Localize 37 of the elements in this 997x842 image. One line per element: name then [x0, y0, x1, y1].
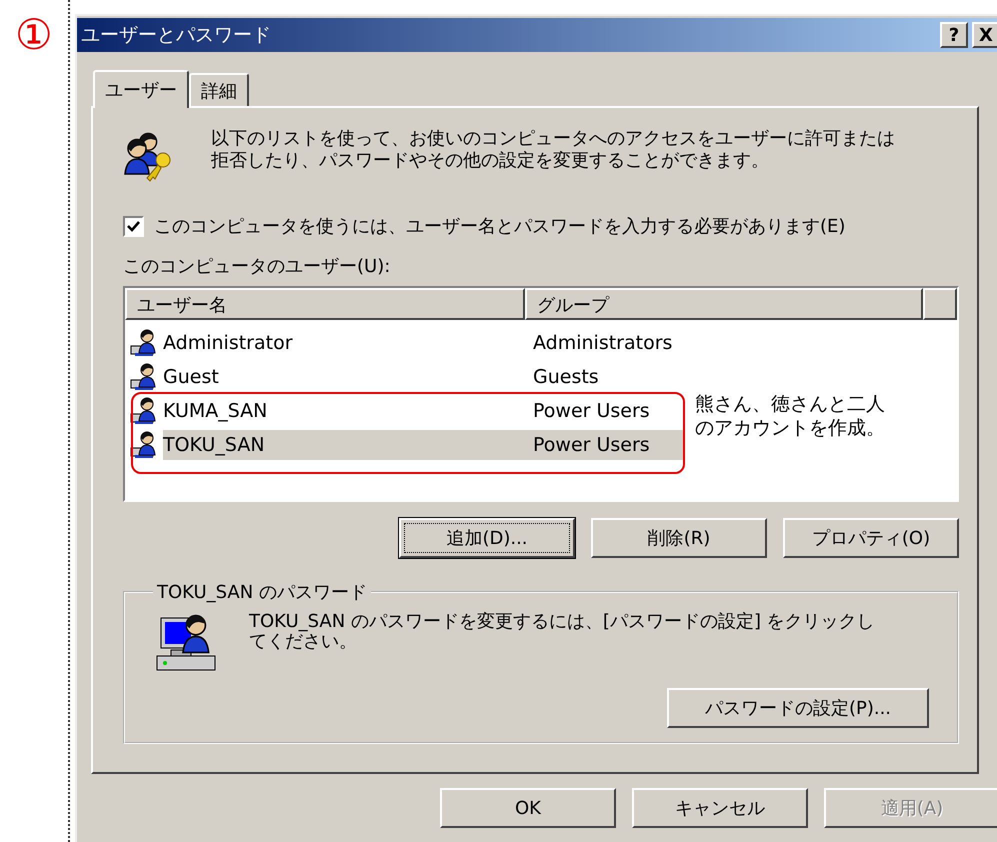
- list-action-button[interactable]: プロパティ(O): [783, 518, 959, 558]
- intro-text: 以下のリストを使って、お使いのコンピュータへのアクセスをユーザーに許可または: [211, 128, 895, 150]
- annotation-note: 熊さん、徳さんと二人: [695, 392, 885, 416]
- user-name: KUMA_SAN: [163, 400, 268, 422]
- user-group: Guests: [533, 366, 683, 388]
- users-label: このコンピュータのユーザー(U):: [123, 255, 392, 278]
- set-password-button[interactable]: パスワードの設定(P)...: [667, 688, 929, 728]
- user-name: TOKU_SAN: [163, 434, 266, 456]
- intro-text: 拒否したり、パスワードやその他の設定を変更することができます。: [211, 150, 770, 172]
- dialog-button[interactable]: OK: [440, 788, 616, 828]
- list-row[interactable]: KUMA_SAN Power Users: [163, 396, 683, 426]
- group-title: TOKU_SAN のパスワード: [156, 581, 368, 604]
- user-group: Power Users: [533, 400, 683, 422]
- user-group: Power Users: [533, 434, 683, 456]
- list-row[interactable]: Administrator Administrators: [163, 328, 683, 358]
- password-hint: てください。: [249, 632, 358, 652]
- user-group: Administrators: [533, 332, 683, 354]
- window-title: ユーザーとパスワード: [81, 23, 272, 48]
- column-header[interactable]: グループ: [525, 288, 923, 320]
- tab[interactable]: ユーザー: [93, 70, 189, 108]
- close-button[interactable]: X: [972, 22, 997, 48]
- list-row[interactable]: Guest Guests: [163, 362, 683, 392]
- checkbox-label: このコンピュータを使うには、ユーザー名とパスワードを入力する必要があります(E): [154, 215, 846, 238]
- dialog-button[interactable]: キャンセル: [632, 788, 808, 828]
- list-action-button[interactable]: 追加(D)...: [399, 518, 575, 558]
- list-row[interactable]: TOKU_SAN Power Users: [163, 430, 683, 460]
- user-name: Administrator: [163, 332, 294, 354]
- column-header[interactable]: ユーザー名: [125, 288, 525, 320]
- checkbox[interactable]: [123, 216, 144, 236]
- tab[interactable]: 詳細: [189, 73, 249, 106]
- list-action-button[interactable]: 削除(R): [591, 518, 767, 558]
- user-name: Guest: [163, 366, 220, 388]
- annotation-note: のアカウントを作成。: [695, 416, 885, 440]
- help-button[interactable]: ?: [940, 22, 968, 48]
- check-icon: [127, 220, 140, 232]
- step-number: ①: [15, 14, 53, 58]
- password-hint: TOKU_SAN のパスワードを変更するには、[パスワードの設定] をクリックし: [249, 612, 875, 632]
